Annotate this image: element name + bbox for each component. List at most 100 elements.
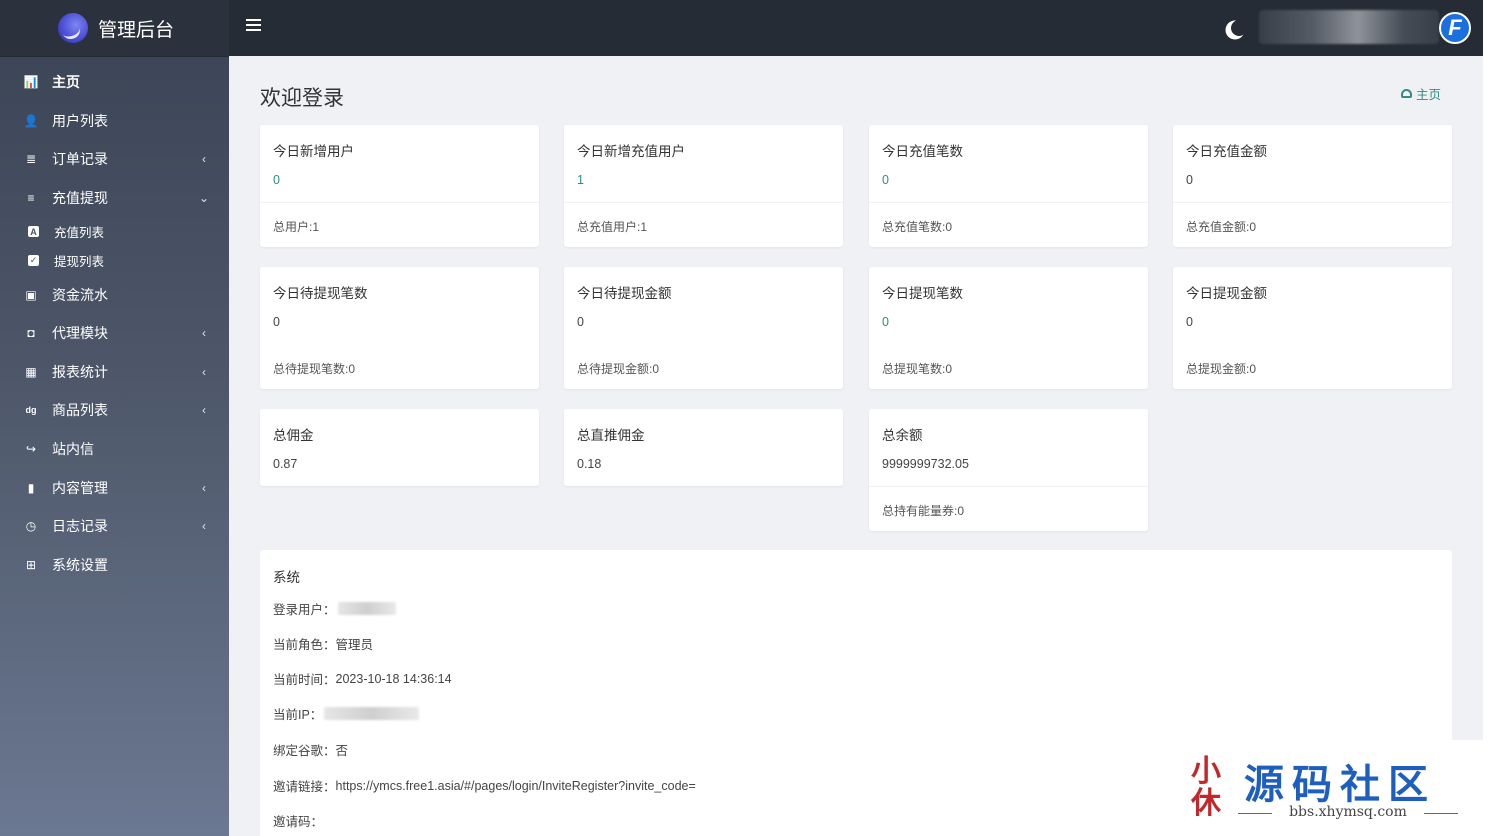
breadcrumb[interactable]: 主页 xyxy=(1401,84,1441,103)
sidebar-item-label: 站内信 xyxy=(52,441,94,458)
check-square-icon: ✓ xyxy=(28,255,39,267)
divider xyxy=(260,202,539,203)
stat-value: 0 xyxy=(882,173,889,187)
sidebar-item-content[interactable]: ▮ 内容管理 ‹ xyxy=(0,468,229,507)
stat-card: 今日待提现金额 0 总待提现金额:0 xyxy=(564,267,843,389)
sidebar-item-label: 资金流水 xyxy=(52,286,108,303)
sidebar-item-reports[interactable]: ▦ 报表统计 ‹ xyxy=(0,353,229,392)
system-row-invite-code: 邀请码： xyxy=(273,811,323,830)
sidebar-item-home[interactable]: 📊 主页 xyxy=(0,63,229,102)
stat-card: 今日待提现笔数 0 总待提现笔数:0 xyxy=(260,267,539,389)
money-icon: ▣ xyxy=(25,287,37,302)
row-label: 登录用户： xyxy=(273,603,336,617)
chevron-left-icon: ‹ xyxy=(202,364,206,379)
row-label: 当前时间： xyxy=(273,673,336,687)
stat-footer: 总提现金额:0 xyxy=(1186,362,1257,376)
sidebar-subitem-label: 提现列表 xyxy=(54,255,105,270)
sidebar-item-label: 代理模块 xyxy=(52,325,108,342)
row-value: 管理员 xyxy=(335,638,374,652)
row-label: 当前角色： xyxy=(273,638,336,652)
sidebar-subitem-label: 充值列表 xyxy=(54,226,105,241)
sidebar-item-label: 内容管理 xyxy=(52,479,108,496)
sidebar-item-label: 日志记录 xyxy=(52,518,108,535)
divider xyxy=(1173,202,1452,203)
system-row-ip: 当前IP： xyxy=(273,704,420,723)
divider xyxy=(869,486,1148,487)
chevron-left-icon: ‹ xyxy=(202,152,206,167)
sidebar-item-recharge-withdraw[interactable]: ≡ 充值提现 ⌄ xyxy=(0,179,229,218)
watermark-url: bbs.xhymsq.com xyxy=(1238,804,1458,820)
page-title: 欢迎登录 xyxy=(260,87,344,110)
avatar[interactable]: F xyxy=(1439,12,1471,44)
stat-card: 今日提现金额 0 总提现金额:0 xyxy=(1173,267,1452,389)
stat-label: 总直推佣金 xyxy=(577,428,645,443)
system-row-google: 绑定谷歌： 否 xyxy=(273,740,348,759)
stat-card: 今日充值笔数 0 总充值笔数:0 xyxy=(869,125,1148,247)
sidebar-item-messages[interactable]: ↪ 站内信 xyxy=(0,430,229,469)
chevron-left-icon: ‹ xyxy=(202,403,206,418)
stat-label: 总余额 xyxy=(882,428,923,443)
stat-label: 今日待提现笔数 xyxy=(273,286,368,301)
hamburger-menu-icon[interactable] xyxy=(246,19,261,33)
sidebar-item-settings[interactable]: ⊞ 系统设置 xyxy=(0,546,229,585)
letter-a-icon: A xyxy=(28,226,39,238)
redacted-value xyxy=(337,602,396,615)
stat-value: 0 xyxy=(273,173,280,187)
list-icon: ≣ xyxy=(25,152,37,167)
stat-value: 0 xyxy=(1186,173,1193,187)
sidebar-subitem-recharge-list[interactable]: A 充值列表 xyxy=(0,217,229,246)
stat-value: 0 xyxy=(273,315,280,329)
moon-icon[interactable] xyxy=(1231,20,1247,36)
row-label: 邀请链接： xyxy=(273,780,336,794)
sidebar: 管理后台 📊 主页 👤 用户列表 ≣ 订单记录 ‹ ≡ 充值提现 ⌄ A 充值列… xyxy=(0,0,229,836)
sidebar-item-orders[interactable]: ≣ 订单记录 ‹ xyxy=(0,140,229,179)
stat-label: 今日提现笔数 xyxy=(882,286,963,301)
sidebar-item-users[interactable]: 👤 用户列表 xyxy=(0,102,229,141)
chevron-down-icon: ⌄ xyxy=(199,191,210,206)
watermark-logo: 小 休 源码社区 bbs.xhymsq.com xyxy=(1170,740,1483,836)
system-row-time: 当前时间： 2023-10-18 14:36:14 xyxy=(273,669,452,688)
contact-icon: ◘ xyxy=(27,326,35,341)
stat-label: 今日充值笔数 xyxy=(882,144,963,159)
sidebar-item-logs[interactable]: ◷ 日志记录 ‹ xyxy=(0,507,229,546)
sidebar-item-fund-flow[interactable]: ▣ 资金流水 xyxy=(0,275,229,314)
brand[interactable]: 管理后台 xyxy=(0,0,229,57)
sidebar-item-label: 订单记录 xyxy=(52,151,108,168)
stat-value: 0 xyxy=(882,315,889,329)
right-edge xyxy=(1483,0,1494,836)
sidebar-item-label: 商品列表 xyxy=(52,402,108,419)
divider xyxy=(564,202,843,203)
system-row-invite-link: 邀请链接： https://ymcs.free1.asia/#/pages/lo… xyxy=(273,776,696,795)
watermark-badge: 小 休 xyxy=(1180,752,1232,824)
main-content: 欢迎登录 主页 今日新增用户 0 总用户:1 今日新增充值用户 1 总充值用户:… xyxy=(229,56,1483,836)
bookmark-icon: ▮ xyxy=(27,480,35,495)
sidebar-item-agent[interactable]: ◘ 代理模块 ‹ xyxy=(0,314,229,353)
stat-value: 0 xyxy=(1186,315,1193,329)
watermark-badge-top: 小 xyxy=(1191,754,1221,789)
sidebar-subitem-withdraw-list[interactable]: ✓ 提现列表 xyxy=(0,246,229,275)
stat-label: 总佣金 xyxy=(273,428,314,443)
stat-value: 1 xyxy=(577,173,584,187)
sidebar-item-products[interactable]: dg 商品列表 ‹ xyxy=(0,391,229,430)
stat-label: 今日待提现金额 xyxy=(577,286,672,301)
sidebar-item-label: 充值提现 xyxy=(52,190,108,207)
system-row-login-user: 登录用户： xyxy=(273,599,396,618)
brand-title: 管理后台 xyxy=(98,19,175,41)
stat-card: 今日新增充值用户 1 总充值用户:1 xyxy=(564,125,843,247)
calendar-icon: ▦ xyxy=(25,364,37,379)
breadcrumb-home[interactable]: 主页 xyxy=(1416,84,1441,103)
system-title: 系统 xyxy=(273,570,300,585)
invite-link[interactable]: https://ymcs.free1.asia/#/pages/login/In… xyxy=(336,779,696,793)
stat-label: 今日新增充值用户 xyxy=(577,144,685,159)
sidebar-nav: 📊 主页 👤 用户列表 ≣ 订单记录 ‹ ≡ 充值提现 ⌄ A 充值列表 ✓ 提… xyxy=(0,57,229,584)
brand-logo-icon xyxy=(58,13,88,43)
stat-footer: 总待提现笔数:0 xyxy=(273,362,356,376)
stat-card: 总余额 9999999732.05 总持有能量券:0 xyxy=(869,409,1148,531)
stat-value: 0 xyxy=(577,315,584,329)
watermark-badge-bottom: 休 xyxy=(1191,786,1221,821)
row-label: 绑定谷歌： xyxy=(273,744,336,758)
user-info-blurred[interactable] xyxy=(1259,10,1439,44)
stat-footer: 总持有能量券:0 xyxy=(882,504,965,518)
stat-label: 今日提现金额 xyxy=(1186,286,1267,301)
chevron-left-icon: ‹ xyxy=(202,519,206,534)
